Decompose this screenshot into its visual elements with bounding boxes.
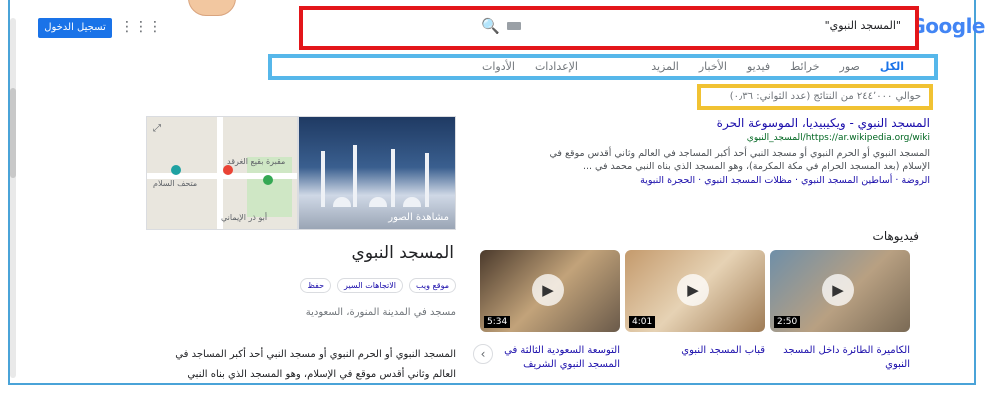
- dome-shape: [333, 197, 351, 207]
- scrollbar[interactable]: [10, 18, 16, 378]
- expand-icon[interactable]: ⤢: [153, 123, 161, 134]
- tab-tools[interactable]: الأدوات: [482, 60, 515, 73]
- map-green-area: [247, 157, 292, 217]
- knowledge-panel-title: المسجد النبوي: [351, 243, 454, 263]
- description-line: المسجد النبوي أو الحرم النبوي أو مسجد ال…: [175, 349, 456, 360]
- knowledge-panel-map[interactable]: ⤢ مقبرة بقيع الغرقد متحف السلام أبو ذر ا…: [146, 116, 298, 230]
- results-count: حوالي ٢٤٤٬٠٠٠ من النتائج (عدد الثواني: ٠…: [729, 91, 921, 102]
- video-thumbnail[interactable]: ▶ 4:01: [625, 250, 765, 332]
- tab-video[interactable]: فيديو: [747, 60, 770, 73]
- chevron-left-icon[interactable]: ‹: [473, 344, 493, 364]
- minaret-shape: [321, 151, 325, 207]
- result-title-link[interactable]: المسجد النبوي - ويكيبيديا، الموسوعة الحر…: [500, 116, 930, 130]
- result-sitelinks[interactable]: الروضة · أساطين المسجد النبوي · مظلات ال…: [500, 175, 930, 186]
- result-url[interactable]: https://ar.wikipedia.org/wiki/المسجد_الن…: [500, 133, 930, 143]
- view-photos-label[interactable]: مشاهدة الصور: [388, 212, 449, 223]
- search-tools: الإعدادات الأدوات: [482, 60, 578, 73]
- minaret-shape: [425, 153, 429, 207]
- website-button[interactable]: موقع ويب: [409, 278, 456, 293]
- video-duration: 2:50: [774, 316, 801, 328]
- tab-more[interactable]: المزيد: [651, 60, 679, 73]
- save-button[interactable]: حفظ: [300, 278, 332, 293]
- map-pin-icon: [171, 165, 181, 175]
- video-title-link[interactable]: التوسعة السعودية الثالثة في المسجد النبو…: [496, 344, 620, 372]
- videos-heading: فيديوهات: [872, 229, 919, 243]
- signin-button[interactable]: تسجيل الدخول: [38, 18, 112, 38]
- apps-grid-icon[interactable]: ⋮⋮⋮: [120, 19, 162, 35]
- tab-maps[interactable]: خرائط: [790, 60, 819, 73]
- play-icon: ▶: [822, 274, 854, 306]
- dome-shape: [369, 197, 387, 207]
- search-icon[interactable]: 🔍: [481, 17, 500, 35]
- google-logo-text: Google: [909, 14, 985, 38]
- video-thumbnail[interactable]: ▶ 5:34: [480, 250, 620, 332]
- results-count-box: حوالي ٢٤٤٬٠٠٠ من النتائج (عدد الثواني: ٠…: [697, 84, 933, 110]
- result-snippet-line: الإسلام (بعد المسجد الحرام في مكة المكرم…: [582, 161, 930, 172]
- knowledge-panel-description: المسجد النبوي أو الحرم النبوي أو مسجد ال…: [150, 345, 456, 385]
- video-title-link[interactable]: قباب المسجد النبوي: [625, 344, 765, 358]
- scroll-thumb[interactable]: [10, 88, 16, 178]
- video-thumbnail[interactable]: ▶ 2:50: [770, 250, 910, 332]
- result-snippet: المسجد النبوي أو الحرم النبوي أو مسجد ال…: [500, 147, 931, 173]
- knowledge-panel-subtitle: مسجد في المدينة المنورة، السعودية: [305, 307, 456, 318]
- tab-all[interactable]: الكل: [880, 60, 904, 73]
- search-result: المسجد النبوي - ويكيبيديا، الموسوعة الحر…: [500, 116, 931, 186]
- map-pin-icon: [263, 175, 273, 185]
- tab-news[interactable]: الأخبار: [699, 60, 727, 73]
- search-bar[interactable]: "المسجد النبوي" 🔍: [299, 6, 919, 50]
- map-pin-icon: [223, 165, 233, 175]
- knowledge-panel-photo[interactable]: مشاهدة الصور: [298, 116, 456, 230]
- video-title-link[interactable]: الكاميرة الطائرة داخل المسجد النبوي: [770, 344, 910, 372]
- search-tabs-bar: الكل صور خرائط فيديو الأخبار المزيد الإع…: [268, 54, 938, 80]
- play-icon: ▶: [677, 274, 709, 306]
- search-query[interactable]: "المسجد النبوي": [825, 19, 901, 32]
- dome-shape: [403, 197, 421, 207]
- directions-button[interactable]: الاتجاهات السير: [337, 278, 403, 293]
- search-tabs: الكل صور خرائط فيديو الأخبار المزيد: [651, 60, 904, 73]
- minaret-shape: [391, 149, 395, 207]
- play-icon: ▶: [532, 274, 564, 306]
- keyboard-icon[interactable]: [507, 22, 521, 30]
- description-line: العالم وثاني أقدس موقع في الإسلام، وهو ا…: [187, 369, 456, 380]
- map-label: مقبرة بقيع الغرقد: [227, 157, 286, 166]
- minaret-shape: [353, 145, 357, 207]
- google-logo[interactable]: Google: [909, 14, 985, 38]
- video-duration: 4:01: [629, 316, 656, 328]
- map-label: أبو ذر الإيماني: [221, 213, 268, 222]
- map-label: متحف السلام: [153, 179, 198, 188]
- tab-settings[interactable]: الإعدادات: [535, 60, 578, 73]
- knowledge-panel-actions: حفظ الاتجاهات السير موقع ويب: [282, 278, 456, 293]
- video-duration: 5:34: [484, 316, 511, 328]
- tab-images[interactable]: صور: [840, 60, 860, 73]
- result-snippet-line: المسجد النبوي أو الحرم النبوي أو مسجد ال…: [549, 148, 931, 159]
